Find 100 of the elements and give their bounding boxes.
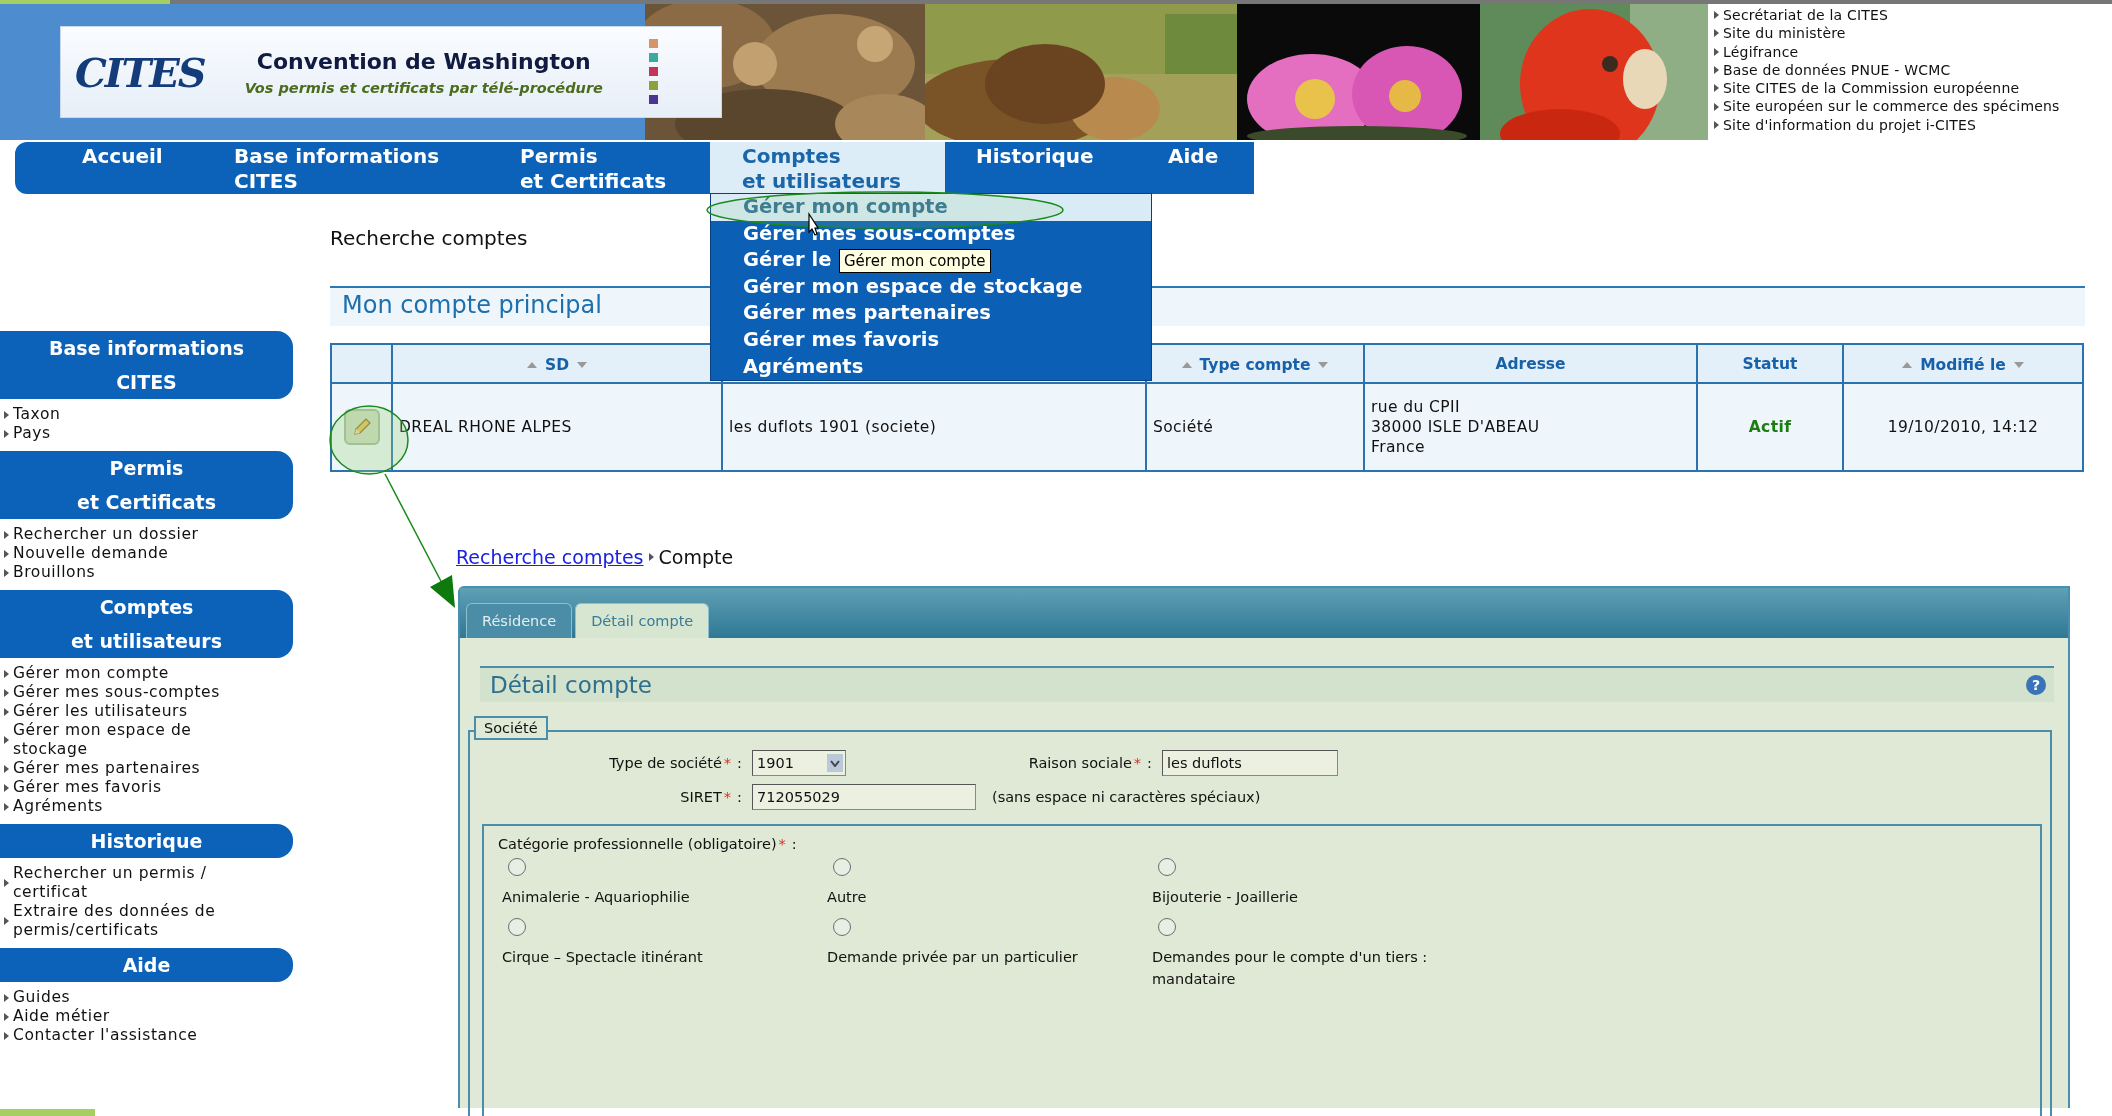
table-cell: les duflots 1901 (societe) bbox=[722, 383, 1146, 471]
squares-icon bbox=[648, 39, 658, 105]
triangle-icon bbox=[4, 736, 9, 744]
table-cell: rue du CPII 38000 ISLE D'ABEAU France bbox=[1364, 383, 1697, 471]
sidebar-link[interactable]: Rechercher un dossier bbox=[13, 525, 199, 544]
select-field[interactable]: 1901 bbox=[752, 750, 846, 776]
header-link[interactable]: Site du ministère bbox=[1723, 24, 1846, 43]
radio-button[interactable] bbox=[833, 918, 851, 936]
edit-button[interactable] bbox=[343, 409, 380, 445]
column-header[interactable]: Type compte bbox=[1146, 344, 1364, 383]
nav-item[interactable]: Historique bbox=[976, 144, 1094, 169]
menu-item[interactable]: Gérer mon compte bbox=[711, 194, 1151, 221]
logo-text: CITES bbox=[75, 48, 205, 96]
colon: : bbox=[737, 755, 742, 771]
required-mark: * bbox=[723, 755, 732, 771]
sidebar-link[interactable]: Gérer mon compte bbox=[13, 664, 169, 683]
sidebar-heading: Aide bbox=[0, 948, 293, 982]
panel-title: Détail compte bbox=[490, 672, 652, 698]
table-cell: Actif bbox=[1697, 383, 1843, 471]
radio-button[interactable] bbox=[833, 858, 851, 876]
triangle-icon bbox=[4, 669, 9, 678]
radio-button[interactable] bbox=[508, 858, 526, 876]
field-label: Catégorie professionnelle (obligatoire) bbox=[498, 836, 777, 852]
sidebar-link[interactable]: Aide métier bbox=[13, 1007, 110, 1026]
sidebar-link[interactable]: Rechercher un permis / certificat bbox=[13, 864, 254, 902]
triangle-icon bbox=[4, 1031, 9, 1040]
radio-label: Bijouterie - Joaillerie bbox=[1151, 888, 1298, 907]
radio-label: Animalerie - Aquariophilie bbox=[501, 888, 690, 907]
nav-item[interactable]: Permis et Certificats bbox=[520, 144, 667, 194]
radio-button[interactable] bbox=[1158, 918, 1176, 936]
sidebar-link[interactable]: Contacter l'assistance bbox=[13, 1026, 198, 1045]
radio-button[interactable] bbox=[508, 918, 526, 936]
column-header: Statut bbox=[1697, 344, 1843, 383]
sidebar-link[interactable]: Pays bbox=[13, 424, 51, 443]
tab[interactable]: Détail compte bbox=[575, 603, 710, 638]
radio-label: Demande privée par un particulier bbox=[826, 948, 1078, 967]
triangle-icon bbox=[4, 802, 9, 811]
breadcrumb-current: Compte bbox=[658, 546, 734, 568]
sidebar-heading: Base informations CITES bbox=[0, 331, 293, 399]
header-link[interactable]: Site d'information du projet i-CITES bbox=[1723, 115, 1977, 135]
required-mark: * bbox=[778, 836, 786, 852]
sidebar-link[interactable]: Gérer les utilisateurs bbox=[13, 702, 188, 721]
triangle-icon bbox=[4, 879, 9, 887]
sidebar-heading: Comptes et utilisateurs bbox=[0, 590, 293, 658]
header-link[interactable]: Secrétariat de la CITES bbox=[1723, 6, 1889, 25]
nav-item[interactable]: Aide bbox=[1168, 144, 1219, 169]
sidebar-heading: Historique bbox=[0, 824, 293, 858]
input-field[interactable]: les duflots bbox=[1162, 750, 1338, 776]
menu-item[interactable]: Gérer mes partenaires bbox=[711, 300, 991, 327]
help-button[interactable]: ? bbox=[2026, 675, 2046, 695]
sort-down-icon[interactable] bbox=[577, 361, 587, 368]
sidebar-link[interactable]: Gérer mes favoris bbox=[13, 778, 162, 797]
triangle-icon bbox=[4, 568, 9, 577]
colon: : bbox=[737, 789, 742, 805]
sidebar-link[interactable]: Brouillons bbox=[13, 563, 96, 582]
triangle-icon bbox=[4, 993, 9, 1002]
triangle-icon bbox=[4, 707, 9, 716]
sort-down-icon[interactable] bbox=[1318, 361, 1329, 368]
radio-label: Autre bbox=[826, 888, 867, 907]
menu-item[interactable]: Gérer le bbox=[711, 247, 832, 274]
required-mark: * bbox=[723, 789, 732, 805]
sort-down-icon[interactable] bbox=[2013, 361, 2024, 368]
sidebar-link[interactable]: Guides bbox=[13, 988, 71, 1007]
fieldset-legend: Société bbox=[474, 716, 548, 740]
column-header: Adresse bbox=[1364, 344, 1697, 383]
nav-item[interactable]: Accueil bbox=[82, 144, 163, 169]
nav-item[interactable]: Base informations CITES bbox=[234, 144, 440, 194]
field-label: Type de société bbox=[609, 755, 722, 771]
header-link[interactable]: Légifrance bbox=[1723, 42, 1799, 61]
triangle-icon bbox=[4, 917, 9, 925]
triangle-icon bbox=[4, 429, 9, 438]
breadcrumb-link[interactable]: Recherche comptes bbox=[456, 546, 644, 568]
header-link[interactable]: Site CITES de la Commission européenne bbox=[1723, 79, 2020, 98]
sidebar-link[interactable]: Extraire des données de permis/certificats bbox=[13, 902, 254, 940]
field-label: SIRET bbox=[680, 789, 722, 805]
field-label: Raison sociale bbox=[1028, 755, 1132, 771]
tooltip: Gérer mon compte bbox=[839, 249, 991, 273]
radio-button[interactable] bbox=[1158, 858, 1176, 876]
table-cell: 19/10/2010, 14:12 bbox=[1843, 383, 2083, 471]
sidebar-link[interactable]: Agréments bbox=[13, 797, 104, 816]
sidebar-link[interactable]: Gérer mes partenaires bbox=[13, 759, 201, 778]
radio-label: Demandes pour le compte d'un tiers : mandataire bbox=[1151, 948, 1429, 989]
header-link[interactable]: Base de données PNUE - WCMC bbox=[1723, 60, 1951, 80]
sort-up-icon[interactable] bbox=[527, 361, 537, 368]
column-header[interactable]: Modifié le bbox=[1843, 344, 2083, 383]
triangle-icon bbox=[4, 549, 9, 558]
caret-icon bbox=[830, 759, 840, 767]
sort-up-icon[interactable] bbox=[1181, 361, 1192, 368]
column-header[interactable]: SD bbox=[392, 344, 722, 383]
colon: : bbox=[1147, 755, 1152, 771]
sidebar-link[interactable]: Gérer mon espace de stockage bbox=[13, 721, 254, 759]
triangle-icon bbox=[4, 764, 9, 773]
triangle-icon bbox=[4, 530, 9, 539]
sidebar-link[interactable]: Gérer mes sous-comptes bbox=[13, 683, 220, 702]
sidebar-link[interactable]: Nouvelle demande bbox=[13, 544, 169, 563]
header-link[interactable]: Site européen sur le commerce des spécimens bbox=[1723, 97, 2060, 116]
sidebar-link[interactable]: Taxon bbox=[13, 405, 61, 424]
sidebar-heading: Permis et Certificats bbox=[0, 451, 293, 519]
sort-up-icon[interactable] bbox=[1902, 361, 1913, 368]
input-field[interactable]: 712055029 bbox=[752, 784, 976, 810]
